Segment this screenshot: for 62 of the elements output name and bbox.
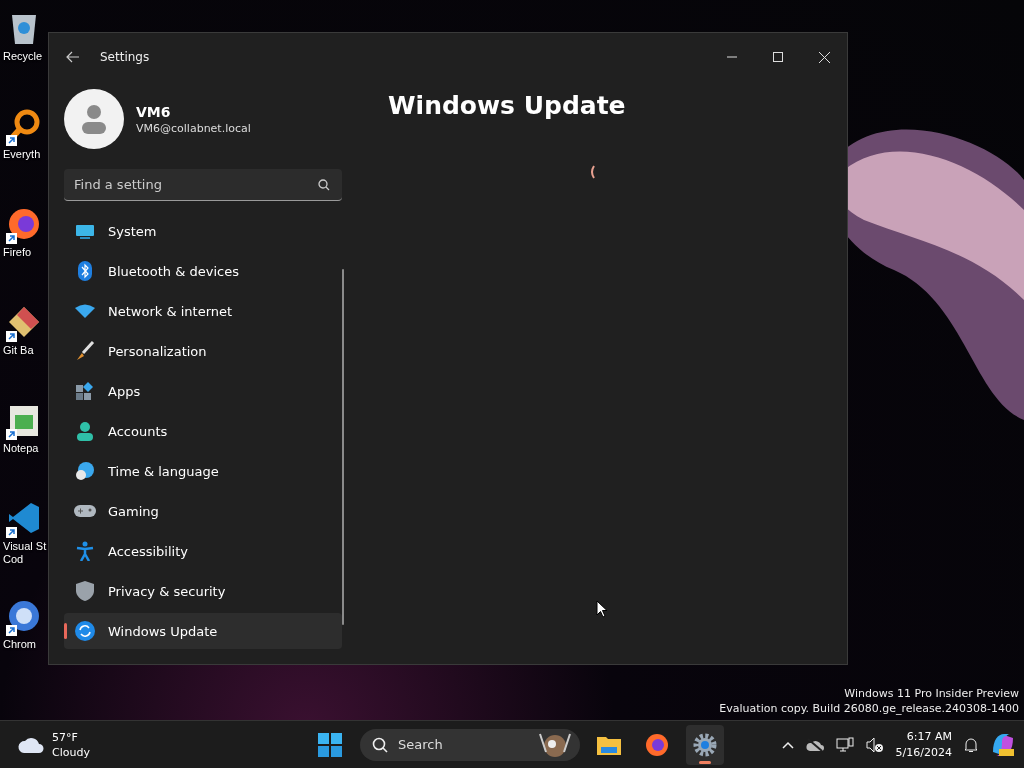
- settings-search-field[interactable]: Find a setting: [64, 169, 342, 201]
- folder-icon: [597, 734, 621, 755]
- wifi-icon: [74, 304, 96, 318]
- temperature-text: 57°F: [52, 729, 79, 745]
- loading-spinner-icon: [589, 165, 595, 179]
- back-arrow-icon[interactable]: [66, 51, 80, 63]
- desktop-icon-label: Chrom: [3, 638, 36, 651]
- network-icon[interactable]: [835, 736, 854, 753]
- nav-item[interactable]: Gaming: [64, 493, 342, 529]
- person-icon: [74, 421, 96, 441]
- taskbar-search-field[interactable]: Search: [360, 728, 580, 761]
- shield-icon: [74, 581, 96, 601]
- speaker-muted-icon[interactable]: [865, 736, 884, 753]
- build-info-text: Windows 11 Pro Insider Preview: [844, 686, 1019, 701]
- nav-item[interactable]: Time & language: [64, 453, 342, 489]
- search-highlight-drawing: [538, 731, 572, 758]
- browser-icon[interactable]: [7, 599, 41, 633]
- close-icon[interactable]: [819, 51, 830, 63]
- scrollbar[interactable]: [342, 269, 344, 625]
- clock-date[interactable]: 5/16/2024: [895, 744, 952, 761]
- desktop-icon-label: Git Ba: [3, 344, 34, 357]
- account-email: VM6@collabnet.local: [136, 121, 251, 135]
- build-info-text: Evaluation copy. Build 26080.ge_release.240308-1400: [719, 701, 1019, 716]
- bell-icon[interactable]: [964, 736, 978, 753]
- desktop-icon-label: Visual St: [3, 540, 47, 553]
- desktop-icon-label: Notepa: [3, 442, 39, 455]
- nav-item[interactable]: Personalization: [64, 333, 342, 369]
- gear-icon: [693, 732, 717, 757]
- gamepad-icon: [74, 504, 96, 518]
- window-title: Settings: [100, 50, 150, 64]
- chevron-up-icon[interactable]: [781, 740, 794, 749]
- weather-condition-text: Cloudy: [52, 744, 90, 760]
- avatar-icon: [64, 89, 124, 149]
- notepad-icon[interactable]: [8, 403, 40, 437]
- accessibility-person-icon: [74, 541, 96, 561]
- cloud-icon[interactable]: [18, 736, 44, 753]
- desktop-icon-label: Firefo: [3, 246, 32, 259]
- taskbar-app-button[interactable]: [686, 724, 724, 765]
- nav-item[interactable]: System: [64, 213, 342, 249]
- windows-start-icon[interactable]: [318, 732, 342, 757]
- maximize-icon[interactable]: [773, 52, 783, 62]
- search-icon: [318, 179, 330, 191]
- monitor-icon: [74, 223, 96, 239]
- nav-item[interactable]: Network & internet: [64, 293, 342, 329]
- desktop-icon-label: Recycle: [3, 50, 43, 63]
- nav-item[interactable]: Accounts: [64, 413, 342, 449]
- paintbrush-icon: [74, 341, 96, 361]
- nav-item[interactable]: Accessibility: [64, 533, 342, 569]
- mouse-cursor-icon: [596, 600, 608, 618]
- nav-item[interactable]: Bluetooth & devices: [64, 253, 342, 289]
- desktop-icon-label: Cod: [3, 553, 24, 566]
- search-icon: [372, 736, 388, 753]
- nav-item[interactable]: Privacy & security: [64, 573, 342, 609]
- nav-item[interactable]: Windows Update: [64, 613, 342, 649]
- page-title: Windows Update: [388, 91, 627, 120]
- clock-time[interactable]: 6:17 AM: [906, 728, 952, 745]
- code-editor-icon[interactable]: [7, 501, 41, 535]
- account-name: VM6: [136, 103, 172, 120]
- sync-icon: [74, 621, 96, 641]
- apps-grid-icon: [74, 381, 96, 401]
- desktop-icon-label: Everyth: [3, 148, 41, 161]
- nav-item[interactable]: Apps: [64, 373, 342, 409]
